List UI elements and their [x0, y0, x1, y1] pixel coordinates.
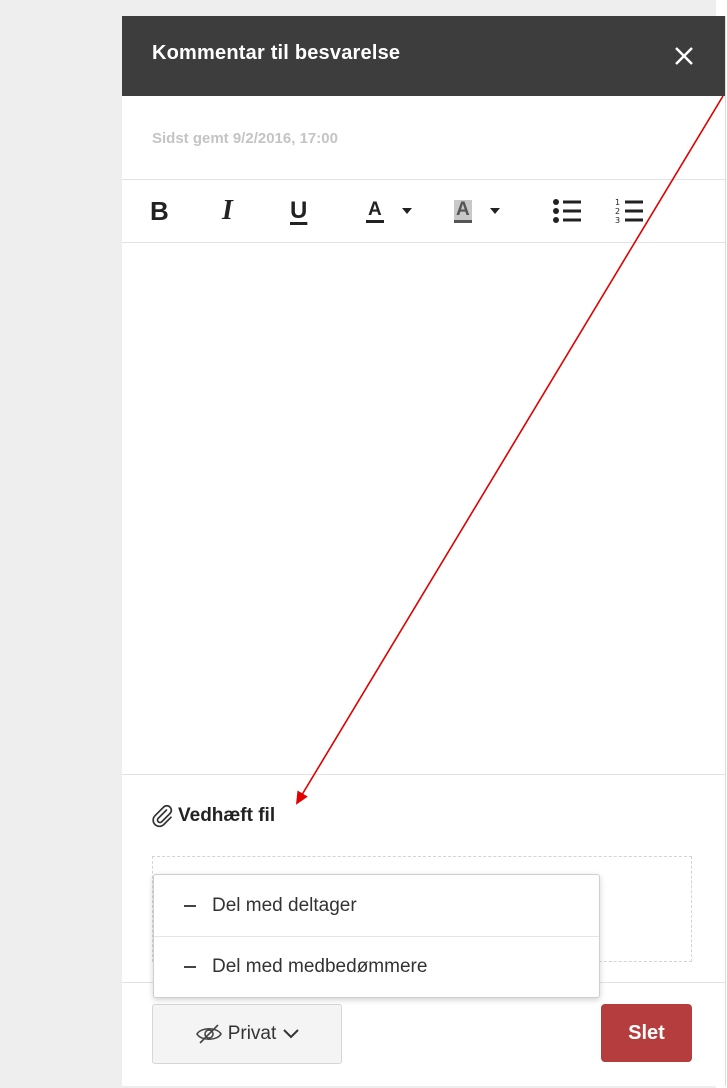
- underline-button[interactable]: U: [290, 180, 307, 242]
- chevron-down-icon: [283, 1029, 299, 1039]
- bold-button[interactable]: B: [150, 180, 169, 242]
- close-icon: [675, 47, 693, 65]
- highlight-color-button[interactable]: A: [454, 180, 500, 242]
- panel-title: Kommentar til besvarelse: [152, 42, 401, 64]
- saved-status: Sidst gemt 9/2/2016, 17:00: [152, 130, 338, 147]
- visibility-menu: Del med deltager Del med medbedømmere: [153, 874, 600, 998]
- bullet-list-icon: [553, 199, 581, 223]
- editor-toolbar: B I U A A 1 2 3: [122, 179, 725, 243]
- close-button[interactable]: [670, 42, 698, 70]
- bullet-list-button[interactable]: [552, 180, 582, 242]
- visibility-dropdown-button[interactable]: Privat: [152, 1004, 342, 1064]
- menu-item-label: Del med deltager: [212, 894, 357, 916]
- chevron-down-icon: [489, 208, 500, 214]
- highlight-color-label: A: [454, 199, 472, 223]
- chevron-down-icon: [401, 208, 412, 214]
- menu-item-share-participant[interactable]: Del med deltager: [154, 875, 599, 937]
- svg-text:2: 2: [615, 207, 620, 216]
- comment-editor[interactable]: [122, 242, 725, 775]
- numbered-list-button[interactable]: 1 2 3: [614, 180, 644, 242]
- eye-slash-icon: [195, 1024, 222, 1044]
- panel-header: Kommentar til besvarelse: [122, 16, 725, 96]
- dash-icon: [184, 904, 196, 907]
- visibility-label: Privat: [227, 1023, 277, 1044]
- text-color-button[interactable]: A: [366, 180, 412, 242]
- paperclip-icon: [152, 804, 173, 828]
- numbered-list-icon: 1 2 3: [615, 198, 643, 225]
- comment-panel: Kommentar til besvarelse Sidst gemt 9/2/…: [122, 16, 726, 1086]
- menu-item-label: Del med medbedømmere: [212, 955, 428, 977]
- menu-item-share-coassessors[interactable]: Del med medbedømmere: [154, 936, 599, 997]
- svg-text:3: 3: [615, 216, 620, 225]
- text-color-label: A: [366, 199, 384, 223]
- attach-file-label: Vedhæft fil: [178, 805, 276, 826]
- attach-file-button[interactable]: Vedhæft fil: [150, 802, 275, 830]
- svg-text:1: 1: [615, 198, 620, 207]
- italic-button[interactable]: I: [222, 180, 233, 242]
- dash-icon: [184, 965, 196, 968]
- delete-button[interactable]: Slet: [601, 1004, 692, 1062]
